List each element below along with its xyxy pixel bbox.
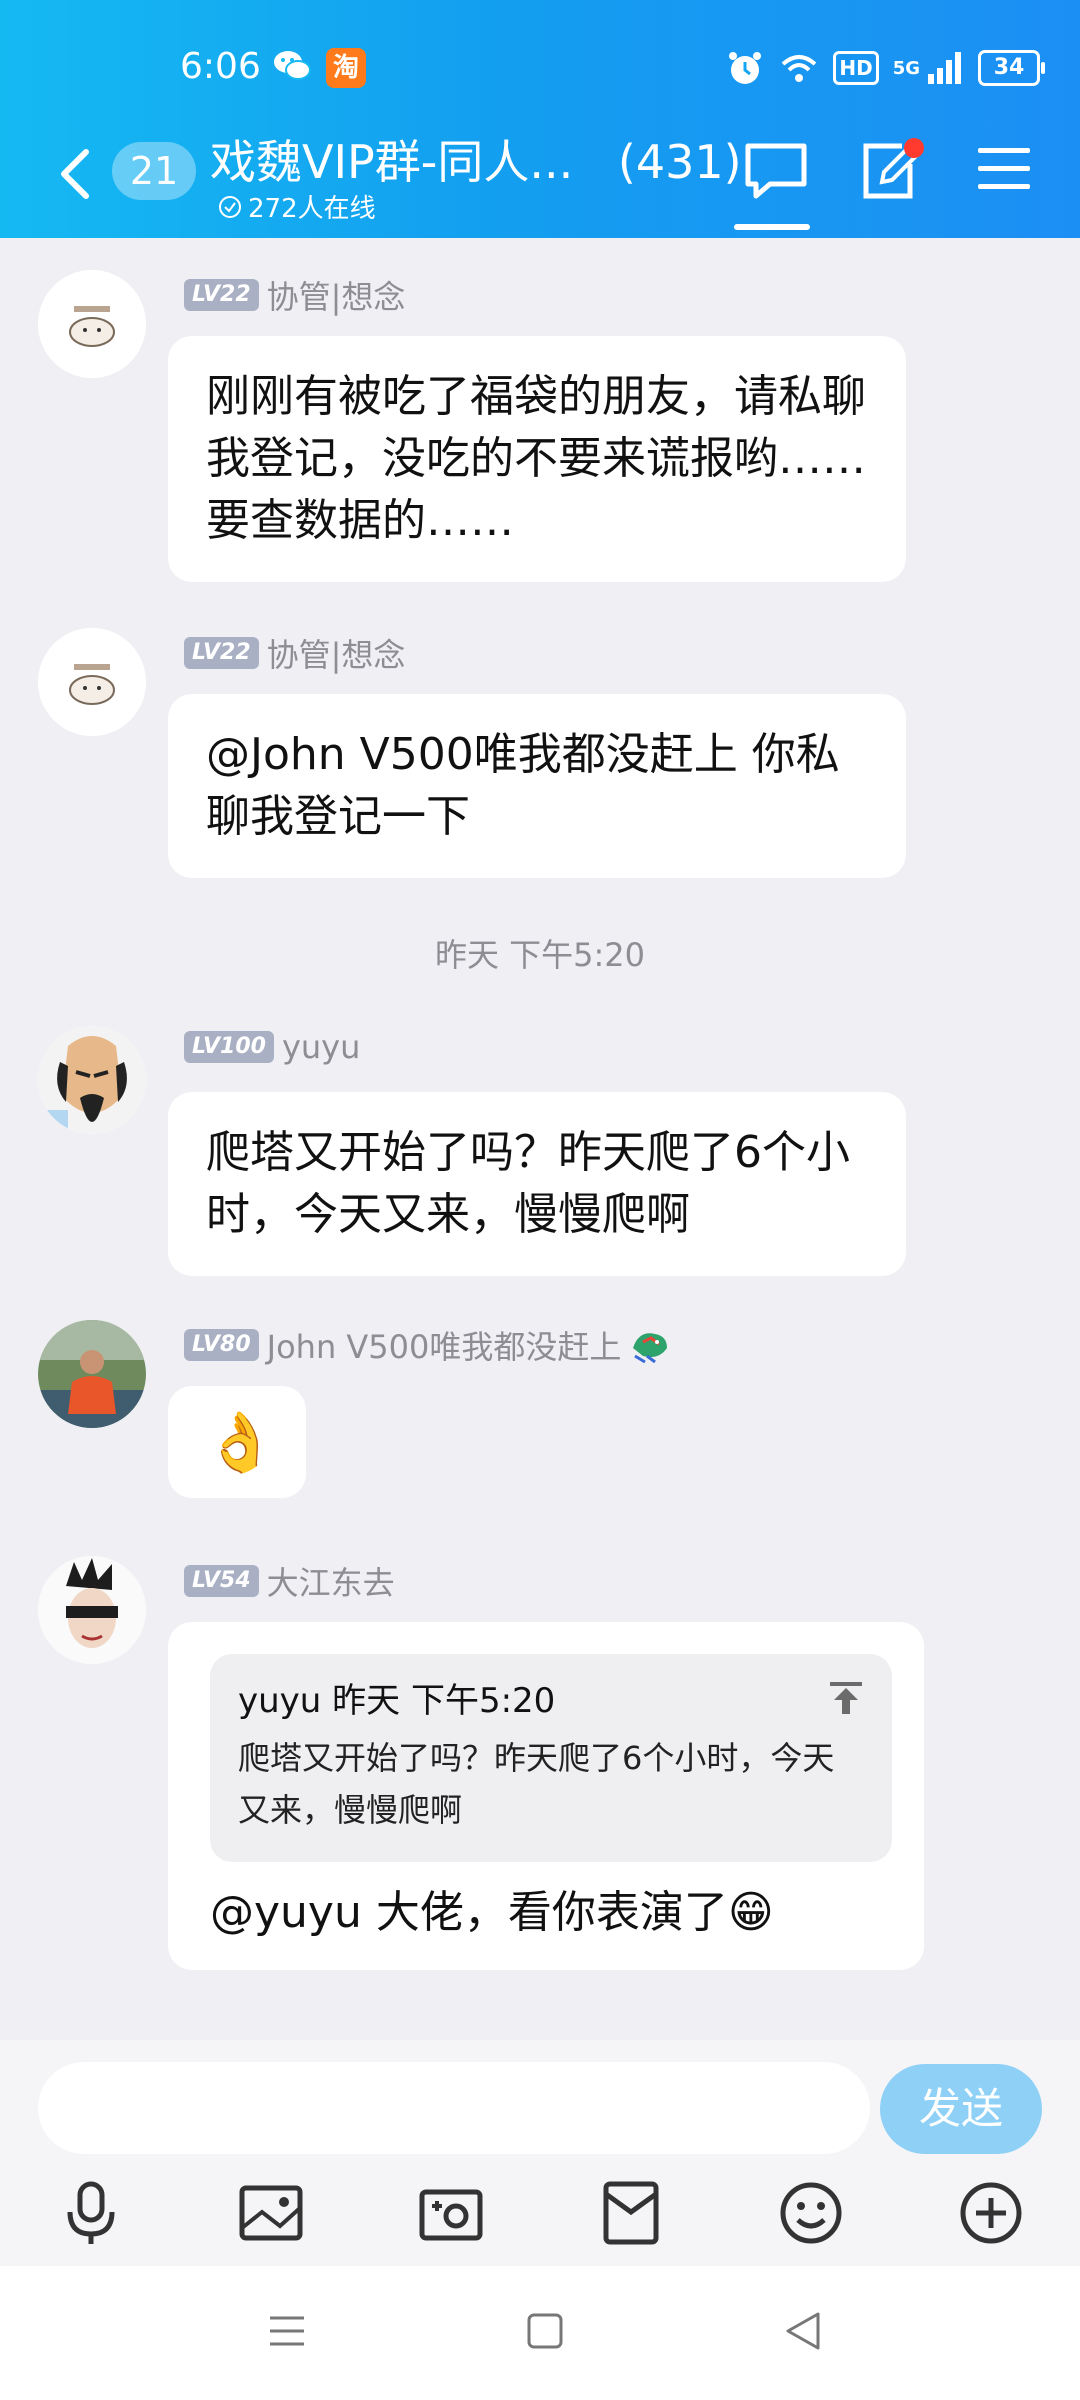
portrait-avatar-icon [38, 1556, 146, 1664]
menu-icon[interactable] [976, 144, 1032, 194]
quote-header: yuyu 昨天 下午5:20 [238, 1681, 556, 1721]
input-toolbar [0, 2178, 1080, 2258]
cartoon-face-avatar-icon [38, 1026, 146, 1134]
sticker-avatar-icon [38, 270, 146, 378]
quoted-message[interactable]: yuyu 昨天 下午5:20 爬塔又开始了吗？昨天爬了6个小时，今天又来，慢慢爬… [210, 1654, 892, 1862]
message-bubble[interactable]: 刚刚有被吃了福袋的朋友，请私聊我登记，没吃的不要来谎报哟……要查数据的…… [168, 336, 906, 582]
sender-info: LV22 协管|想念 [184, 272, 405, 318]
chat-nav: 21 戏魏VIP群-同人... (431) 272人在线 [0, 120, 1080, 238]
online-count: 272人在线 [248, 194, 376, 224]
sender-info: LV22 协管|想念 [184, 630, 405, 676]
message-bubble[interactable]: 👌 [168, 1386, 306, 1498]
sender-info: LV54 大江东去 [184, 1558, 395, 1604]
time-divider: 昨天 下午5:20 [434, 936, 646, 974]
wifi-icon [782, 55, 817, 82]
avatar[interactable] [38, 1556, 146, 1664]
network-label: 5G [892, 57, 920, 79]
photo-avatar-icon [38, 1320, 146, 1428]
avatar[interactable] [38, 628, 146, 736]
online-check-icon [219, 195, 241, 218]
camera-icon[interactable] [416, 2178, 486, 2248]
level-badge: LV100 [184, 1031, 274, 1063]
hd-badge: HD [833, 51, 879, 85]
level-badge: LV22 [184, 279, 259, 311]
unread-count-badge[interactable]: 21 [112, 142, 196, 200]
status-time: 6:06 [180, 46, 261, 87]
level-badge: LV80 [184, 1329, 259, 1361]
dragon-badge-icon [633, 1333, 668, 1364]
chat-bubble-icon[interactable] [742, 140, 810, 200]
online-status: 272人在线 [218, 188, 376, 225]
microphone-icon[interactable] [56, 2178, 126, 2248]
plus-icon[interactable] [956, 2178, 1026, 2248]
system-nav-bar [0, 2266, 1080, 2400]
back-arrow-icon[interactable] [52, 144, 102, 204]
back-nav-icon[interactable] [778, 2306, 828, 2356]
sender-info: LV80 John V500唯我都没赶上 [184, 1322, 671, 1368]
input-area: 发送 [0, 2040, 1080, 2266]
avatar[interactable] [38, 270, 146, 378]
quote-text: 爬塔又开始了吗？昨天爬了6个小时，今天又来，慢慢爬啊 [238, 1739, 835, 1829]
group-title[interactable]: 戏魏VIP群-同人... (431) [210, 126, 742, 192]
wechat-icon [274, 51, 311, 80]
message-input[interactable] [38, 2062, 870, 2154]
signal-icon [928, 52, 961, 84]
reply-text: @yuyu 大佬，看你表演了😁 [210, 1887, 774, 1938]
red-envelope-icon[interactable] [596, 2178, 666, 2248]
image-icon[interactable] [236, 2178, 306, 2248]
edit-icon[interactable] [858, 138, 924, 204]
status-bar: 6:06 淘 HD 5G 34 [0, 38, 1080, 98]
recent-apps-icon[interactable] [262, 2306, 312, 2356]
message-bubble[interactable]: 爬塔又开始了吗？昨天爬了6个小时，今天又来，慢慢爬啊 [168, 1092, 906, 1276]
sender-name[interactable]: 大江东去 [267, 1558, 395, 1604]
sender-name[interactable]: 协管|想念 [267, 272, 406, 318]
sender-info: LV100 yuyu [184, 1028, 360, 1066]
home-icon[interactable] [520, 2306, 570, 2356]
level-badge: LV22 [184, 637, 259, 669]
avatar[interactable] [38, 1320, 146, 1428]
emoji-icon[interactable] [776, 2178, 846, 2248]
sender-name[interactable]: 协管|想念 [267, 630, 406, 676]
message-bubble[interactable]: @John V500唯我都没赶上 你私聊我登记一下 [168, 694, 906, 878]
member-count: (431) [617, 135, 742, 189]
battery-indicator: 34 [978, 50, 1045, 86]
sticker-avatar-icon [38, 628, 146, 736]
taobao-icon: 淘 [326, 48, 366, 88]
message-bubble[interactable]: yuyu 昨天 下午5:20 爬塔又开始了吗？昨天爬了6个小时，今天又来，慢慢爬… [168, 1622, 924, 1970]
active-tab-indicator [734, 224, 810, 230]
header-bar: 6:06 淘 HD 5G 34 21 戏魏VIP群-同人... (431) 27… [0, 0, 1080, 238]
sender-name[interactable]: yuyu [282, 1028, 360, 1066]
alarm-icon [729, 52, 762, 84]
level-badge: LV54 [184, 1565, 259, 1597]
group-name: 戏魏VIP群-同人... [210, 135, 574, 189]
avatar[interactable] [38, 1026, 146, 1134]
sender-name[interactable]: John V500唯我都没赶上 [267, 1322, 622, 1368]
jump-to-top-icon[interactable] [826, 1678, 866, 1718]
send-button[interactable]: 发送 [880, 2064, 1042, 2154]
